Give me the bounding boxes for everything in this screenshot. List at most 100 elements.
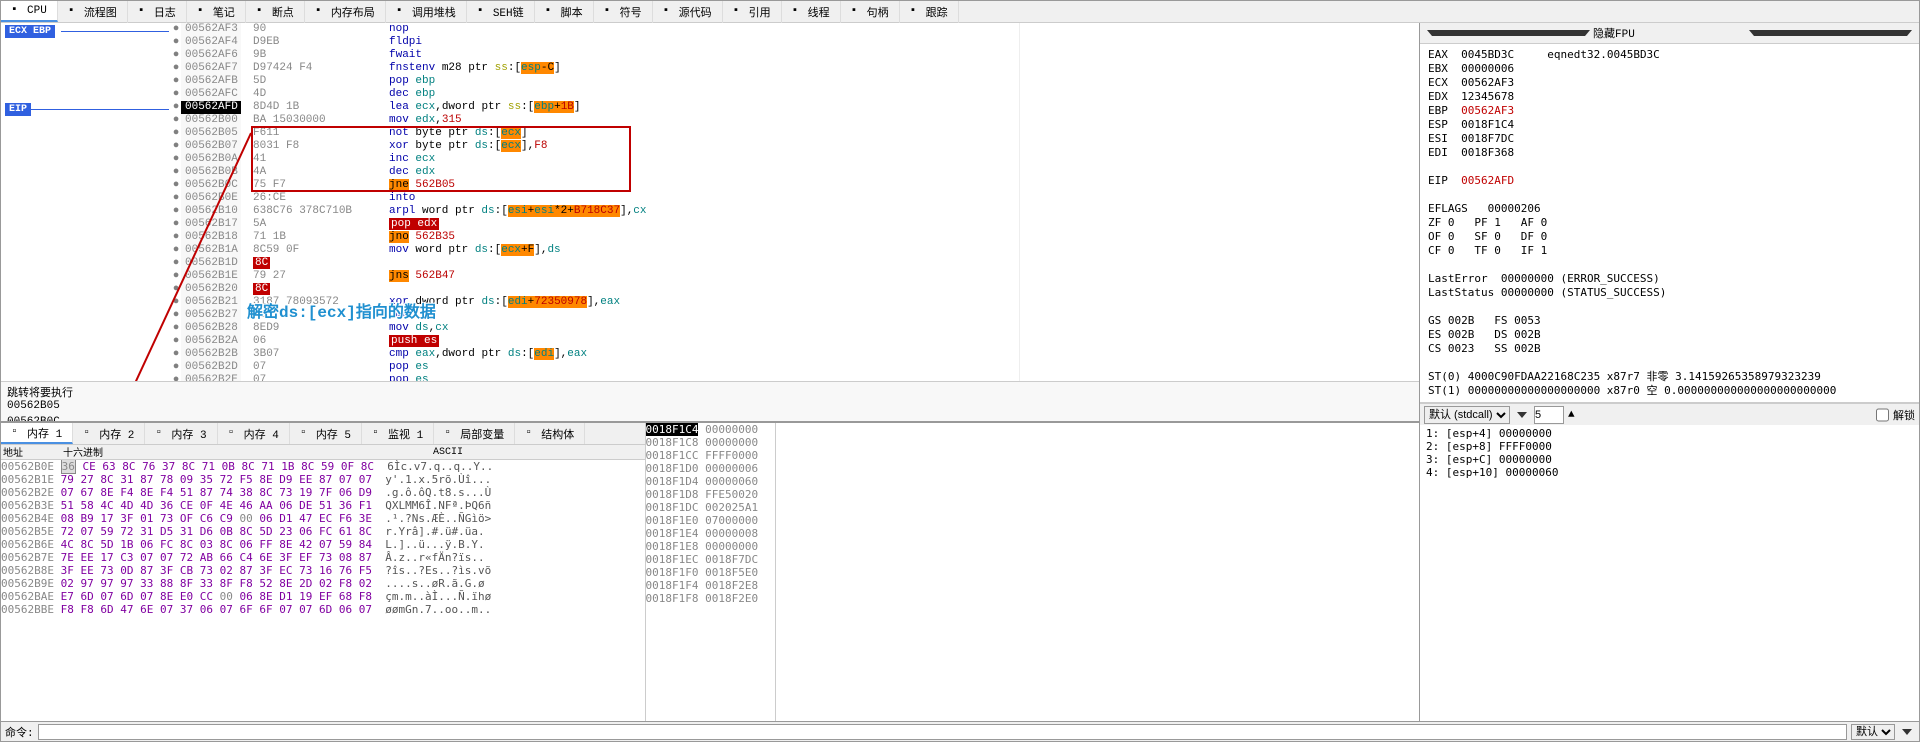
- disasm-row[interactable]: ●00562AFC4Ddec ebp: [171, 88, 1019, 101]
- tab-sym[interactable]: ▪符号: [594, 1, 653, 23]
- disasm-row[interactable]: ●00562AF4D9EBfldpi: [171, 36, 1019, 49]
- memtab[interactable]: ▫内存 3: [145, 423, 217, 444]
- stack-row[interactable]: 0018F1C4 00000000: [646, 423, 775, 436]
- disasm-row[interactable]: ●00562AFD8D4D 1Blea ecx,dword ptr ss:[eb…: [171, 101, 1019, 114]
- tab-src[interactable]: ▪源代码: [653, 1, 723, 23]
- disasm-row[interactable]: ●00562B2A06push es: [171, 335, 1019, 348]
- registers-header-label: 隐藏FPU: [1593, 25, 1746, 41]
- memtab[interactable]: ▫内存 4: [218, 423, 290, 444]
- disasm-row[interactable]: ●00562B1E79 27jns 562B47: [171, 270, 1019, 283]
- thread-icon: ▪: [792, 5, 805, 18]
- tab-callstack[interactable]: ▪调用堆栈: [386, 1, 467, 23]
- disasm-row[interactable]: ●00562B0E26:CEinto: [171, 192, 1019, 205]
- stack-view[interactable]: 0018F1C4 000000000018F1C8 000000000018F1…: [645, 423, 775, 721]
- disasm-row[interactable]: ●00562B10638C76 378C710Barpl word ptr ds…: [171, 205, 1019, 218]
- command-input[interactable]: [38, 724, 1847, 740]
- hex-row[interactable]: 00562B6E 4C 8C 5D 1B 06 FC 8C 03 8C 06 F…: [1, 538, 645, 551]
- stack-row[interactable]: 0018F1CC FFFF0000: [646, 449, 775, 462]
- tab-thread[interactable]: ▪线程: [782, 1, 841, 23]
- disasm-row[interactable]: ●00562AFB5Dpop ebp: [171, 75, 1019, 88]
- stack-row[interactable]: 0018F1D0 00000006: [646, 462, 775, 475]
- mem-icon: ▫: [300, 427, 313, 440]
- disasm-row[interactable]: ●00562B175Apop edx: [171, 218, 1019, 231]
- trace-icon: ▪: [910, 5, 923, 18]
- disasm-row[interactable]: ●00562B288ED9mov ds,cx: [171, 322, 1019, 335]
- disasm-rows: ●00562AF390nop●00562AF4D9EBfldpi●00562AF…: [171, 23, 1019, 381]
- main-tabbar: ▪CPU▪流程图▪日志▪笔记▪断点▪内存布局▪调用堆栈▪SEH链▪脚本▪符号▪源…: [1, 1, 1919, 23]
- hex-row[interactable]: 00562B9E 02 97 97 97 33 88 8F 33 8F F8 5…: [1, 577, 645, 590]
- hex-row[interactable]: 00562B7E 7E EE 17 C3 07 07 72 AB 66 C4 6…: [1, 551, 645, 564]
- tab-mem[interactable]: ▪内存布局: [305, 1, 386, 23]
- hex-row[interactable]: 00562B3E 51 58 4C 4D 4D 36 CE 0F 4E 46 A…: [1, 499, 645, 512]
- memtab[interactable]: ▫结构体: [515, 423, 585, 444]
- disassembly-view[interactable]: ECX EBP EIP 解密ds:[ecx]指向的数据 ●00562AF390n…: [1, 23, 1419, 381]
- tab-cpu[interactable]: ▪CPU: [1, 1, 58, 22]
- disasm-row[interactable]: ●00562B1A8C59 0Fmov word ptr ds:[ecx+F],…: [171, 244, 1019, 257]
- dropdown-icon[interactable]: [1749, 30, 1912, 36]
- hex-row[interactable]: 00562B5E 72 07 59 72 31 D5 31 D6 0B 8C 5…: [1, 525, 645, 538]
- stack-row[interactable]: 0018F1E0 07000000: [646, 514, 775, 527]
- disasm-row[interactable]: ●00562B2E07pop es: [171, 374, 1019, 381]
- memtab[interactable]: ▫内存 2: [73, 423, 145, 444]
- tab-notes[interactable]: ▪笔记: [187, 1, 246, 23]
- hex-row[interactable]: 00562BBE F8 F8 6D 47 6E 07 37 06 07 6F 6…: [1, 603, 645, 616]
- stack-row[interactable]: 0018F1F0 0018F5E0: [646, 566, 775, 579]
- hex-row[interactable]: 00562B8E 3F EE 73 0D 87 3F CB 73 02 87 3…: [1, 564, 645, 577]
- hex-row[interactable]: 00562B0E 36 CE 63 8C 76 37 8C 71 0B 8C 7…: [1, 460, 645, 473]
- memory-icon: ▪: [315, 5, 328, 18]
- hex-row[interactable]: 00562B2E 07 67 8E F4 8E F4 51 87 74 38 8…: [1, 486, 645, 499]
- disasm-row[interactable]: ●00562AF69Bfwait: [171, 49, 1019, 62]
- tab-script[interactable]: ▪脚本: [535, 1, 594, 23]
- hex-row[interactable]: 00562B4E 08 B9 17 3F 01 73 OF C6 C9 00 0…: [1, 512, 645, 525]
- disasm-row[interactable]: ●00562B1871 1Bjno 562B35: [171, 231, 1019, 244]
- stack-row[interactable]: 0018F1F4 0018F2E8: [646, 579, 775, 592]
- collapse-fpu-icon[interactable]: [1427, 30, 1590, 36]
- hex-row[interactable]: 00562BAE E7 6D 07 6D 07 8E E0 CC 00 06 8…: [1, 590, 645, 603]
- registers-header: 隐藏FPU: [1420, 23, 1919, 44]
- memtab[interactable]: ▫局部变量: [434, 423, 515, 444]
- registers-body[interactable]: EAX 0045BD3C eqnedt32.0045BD3C EBX 00000…: [1420, 44, 1919, 402]
- callconv-dropdown-icon[interactable]: [1517, 412, 1527, 418]
- command-dropdown-icon[interactable]: [1902, 729, 1912, 735]
- stack-row[interactable]: 0018F1F8 0018F2E0: [646, 592, 775, 605]
- lock-checkbox[interactable]: [1876, 406, 1889, 424]
- memtab[interactable]: ▫内存 5: [290, 423, 362, 444]
- stack-row[interactable]: 0018F1EC 0018F7DC: [646, 553, 775, 566]
- tab-flow[interactable]: ▪流程图: [58, 1, 128, 23]
- callconv-select[interactable]: 默认 (stdcall): [1424, 406, 1510, 424]
- stack-row[interactable]: 0018F1DC 002025A1: [646, 501, 775, 514]
- argcount-input[interactable]: [1534, 406, 1564, 424]
- memtab[interactable]: ▫内存 1: [1, 423, 73, 444]
- seh-icon: ▪: [477, 5, 490, 18]
- stack-row[interactable]: 0018F1C8 00000000: [646, 436, 775, 449]
- disasm-row[interactable]: ●00562B2B3B07cmp eax,dword ptr ds:[edi],…: [171, 348, 1019, 361]
- tab-seh[interactable]: ▪SEH链: [467, 1, 535, 23]
- reference-icon: ▪: [733, 5, 746, 18]
- stack-row[interactable]: 0018F1E4 00000008: [646, 527, 775, 540]
- disasm-row[interactable]: ●00562AF7D97424 F4fnstenv m28 ptr ss:[es…: [171, 62, 1019, 75]
- stack-row[interactable]: 0018F1D8 FFE50020: [646, 488, 775, 501]
- notes-icon: ▪: [197, 5, 210, 18]
- mem-icon: ▫: [444, 427, 457, 440]
- script-icon: ▪: [545, 5, 558, 18]
- tab-log[interactable]: ▪日志: [128, 1, 187, 23]
- symbol-icon: ▪: [604, 5, 617, 18]
- tab-bp[interactable]: ▪断点: [246, 1, 305, 23]
- stack-row[interactable]: 0018F1E8 00000000: [646, 540, 775, 553]
- tab-trace[interactable]: ▪跟踪: [900, 1, 959, 23]
- command-mode-select[interactable]: 默认: [1851, 724, 1895, 740]
- hex-row[interactable]: 00562B1E 79 27 8C 31 87 78 09 35 72 F5 8…: [1, 473, 645, 486]
- memtab[interactable]: ▫监视 1: [362, 423, 434, 444]
- disasm-row[interactable]: ●00562B2D07pop es: [171, 361, 1019, 374]
- disasm-row[interactable]: ●00562AF390nop: [171, 23, 1019, 36]
- callstack-icon: ▪: [396, 5, 409, 18]
- stack-args[interactable]: 1: [esp+4] 00000000 2: [esp+8] FFFF0000 …: [1420, 425, 1919, 721]
- tab-handle[interactable]: ▪句柄: [841, 1, 900, 23]
- disasm-row[interactable]: ●00562B1D8C: [171, 257, 1019, 270]
- lock-label: 解锁: [1893, 407, 1915, 423]
- stack-row[interactable]: 0018F1D4 00000060: [646, 475, 775, 488]
- source-icon: ▪: [663, 5, 676, 18]
- hex-dump[interactable]: 00562B0E 36 CE 63 8C 76 37 8C 71 0B 8C 7…: [1, 460, 645, 721]
- disasm-row[interactable]: ●00562B208C: [171, 283, 1019, 296]
- tab-ref[interactable]: ▪引用: [723, 1, 782, 23]
